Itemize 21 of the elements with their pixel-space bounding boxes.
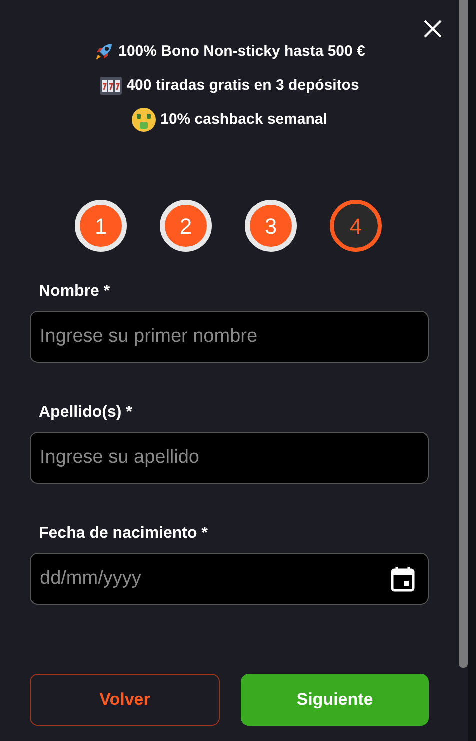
promo-text: 100% Bono Non-sticky hasta 500 € [118, 42, 366, 62]
promo-text: 10% cashback semanal [160, 110, 328, 130]
step-indicator: 1 [75, 200, 127, 252]
step-indicator: 3 [245, 200, 297, 252]
money-face-icon [132, 108, 156, 132]
close-icon [423, 19, 443, 39]
step-indicator: 2 [160, 200, 212, 252]
slot-machine-icon [100, 77, 122, 95]
field-label: Nombre * [39, 282, 112, 302]
step-indicator: 4 [330, 200, 382, 252]
field-label: Apellido(s) * [39, 403, 134, 423]
field-label: Fecha de nacimiento * [39, 524, 209, 544]
input-field[interactable]: Ingrese su primer nombre [30, 311, 429, 363]
calendar-icon[interactable] [391, 566, 415, 592]
next-button[interactable]: Siguiente [241, 674, 429, 726]
scrollbar-thumb[interactable] [459, 0, 468, 668]
promo-text: 400 tiradas gratis en 3 depósitos [126, 76, 360, 96]
date-field[interactable]: dd/mm/yyyy [30, 553, 429, 605]
input-field[interactable]: Ingrese su apellido [30, 432, 429, 484]
rocket-icon [94, 42, 114, 62]
back-button[interactable]: Volver [30, 674, 220, 726]
